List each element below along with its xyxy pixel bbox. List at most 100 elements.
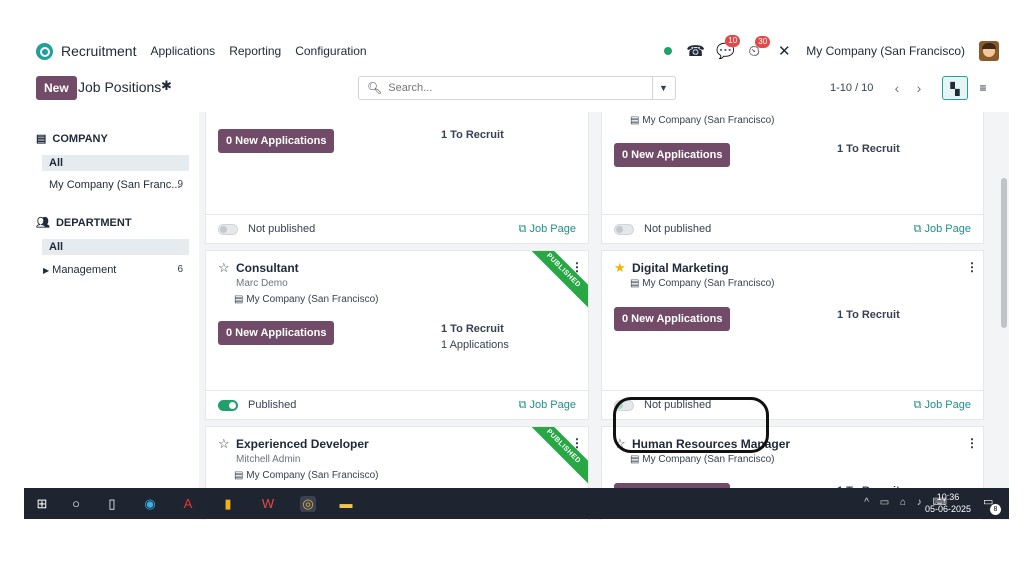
power-bi-icon[interactable]: ▮	[220, 496, 236, 512]
card-footer: Not published ⧉ Job Page	[602, 390, 983, 419]
pager-value[interactable]: 1-10 / 10	[830, 82, 873, 94]
building-icon: ▤	[36, 133, 47, 145]
menu-configuration[interactable]: Configuration	[295, 44, 366, 58]
kanban-scrollbar[interactable]	[999, 142, 1009, 518]
applications-count[interactable]: 1 Applications	[441, 339, 509, 351]
company-filter-my-company[interactable]: My Company (San Franc... 9	[42, 177, 189, 193]
list-view-button[interactable]: ≡	[970, 76, 996, 100]
publish-status-label: Published	[248, 399, 297, 411]
job-page-label: Job Page	[924, 223, 971, 235]
to-recruit-label[interactable]: 1 To Recruit	[441, 323, 504, 335]
new-button[interactable]: New	[36, 76, 77, 100]
windows-start-icon[interactable]: ⊞	[34, 496, 50, 512]
caret-right-icon[interactable]: ▶	[43, 266, 49, 275]
clock-date: 05-06-2025	[924, 504, 971, 514]
department-filter-all[interactable]: All	[42, 239, 189, 255]
company-name: My Company (San Francisco)	[246, 470, 379, 481]
filter-label: All	[49, 157, 64, 169]
edge-browser-icon[interactable]: ◉	[142, 496, 158, 512]
filter-label: My Company (San Franc...	[49, 179, 181, 191]
building-icon: ▤	[234, 470, 247, 481]
favorite-star-icon[interactable]: ☆	[614, 436, 626, 452]
search-panel: ▤ COMPANY All My Company (San Franc... 9…	[24, 112, 199, 520]
job-title: Consultant	[236, 261, 299, 275]
menu-reporting[interactable]: Reporting	[229, 44, 281, 58]
published-ribbon: PUBLISHED	[525, 427, 588, 485]
new-applications-button[interactable]: 0 New Applications	[218, 129, 335, 153]
presence-status-icon	[664, 47, 673, 55]
filter-count: 9	[177, 179, 183, 190]
chat-badge: 10	[725, 35, 741, 47]
user-avatar[interactable]	[979, 41, 999, 61]
control-panel: New Job Positions ✱ 🔍︎ ▼ 1-10 / 10 ‹ › ▚…	[24, 72, 1009, 106]
kebab-menu-icon[interactable]: ⋮	[571, 260, 583, 274]
recruitment-logo-icon[interactable]	[36, 42, 53, 60]
phone-icon[interactable]: ☎	[686, 42, 705, 60]
pager-previous-button[interactable]: ‹	[886, 76, 908, 100]
chrome-icon[interactable]: ◎	[300, 496, 316, 512]
job-card-digital-marketing[interactable]: ★ Digital Marketing ▤ My Company (San Fr…	[601, 250, 984, 420]
company-switcher[interactable]: My Company (San Francisco)	[806, 44, 965, 58]
menu-applications[interactable]: Applications	[150, 44, 215, 58]
clock-time: 10:36	[936, 492, 960, 502]
navbar-systray: ☎ 💬 10 ⏲ 30 ✕ My Company (San Francisco)	[664, 30, 999, 72]
job-page-link[interactable]: ⧉ Job Page	[519, 223, 576, 236]
company-name: My Company (San Francisco)	[246, 294, 379, 305]
debug-tools-icon[interactable]: ✕	[776, 42, 792, 60]
activity-badge: 30	[755, 35, 771, 48]
wps-office-icon[interactable]: W	[260, 496, 276, 512]
publish-toggle[interactable]	[218, 400, 238, 411]
job-page-link[interactable]: ⧉ Job Page	[914, 399, 971, 412]
job-card[interactable]: 0 New Applications 1 To Recruit Not publ…	[205, 112, 589, 244]
kanban-view-button[interactable]: ▚	[942, 76, 968, 100]
publish-toggle[interactable]	[614, 224, 634, 235]
to-recruit-label[interactable]: 1 To Recruit	[837, 143, 900, 155]
acrobat-icon[interactable]: A	[180, 496, 196, 512]
kebab-menu-icon[interactable]: ⋮	[571, 436, 583, 450]
publish-toggle[interactable]	[614, 400, 634, 411]
job-page-link[interactable]: ⧉ Job Page	[914, 223, 971, 236]
department-header-label: DEPARTMENT	[55, 216, 132, 229]
search-icon[interactable]: ○	[68, 496, 84, 512]
department-filter-management[interactable]: ▶ Management 6	[42, 262, 189, 278]
filter-label: Management	[52, 264, 117, 276]
to-recruit-label[interactable]: 1 To Recruit	[837, 309, 900, 321]
kebab-menu-icon[interactable]: ⋮	[966, 436, 978, 450]
favorite-star-icon[interactable]: ★	[614, 260, 626, 276]
external-link-icon: ⧉	[518, 223, 530, 235]
new-applications-button[interactable]: 0 New Applications	[614, 307, 731, 331]
file-explorer-icon[interactable]: ▬	[338, 496, 354, 512]
card-footer: Not published ⧉ Job Page	[602, 214, 983, 243]
pager-next-button[interactable]: ›	[908, 76, 930, 100]
job-page-link[interactable]: ⧉ Job Page	[519, 399, 576, 412]
building-icon: ▤	[234, 294, 247, 305]
kebab-menu-icon[interactable]: ⋮	[966, 260, 978, 274]
app-name[interactable]: Recruitment	[61, 43, 136, 59]
filter-count: 6	[177, 264, 183, 275]
favorite-star-icon[interactable]: ☆	[218, 436, 230, 452]
favorite-star-icon[interactable]: ☆	[218, 260, 230, 276]
scrollbar-thumb[interactable]	[1001, 178, 1007, 328]
search-options-toggle[interactable]: ▼	[652, 76, 674, 100]
company-filter-all[interactable]: All	[42, 155, 189, 171]
job-page-label: Job Page	[529, 223, 576, 235]
chat-icon[interactable]: 💬 10	[716, 35, 741, 60]
job-card-consultant[interactable]: ☆ Consultant Marc Demo ▤ My Company (San…	[205, 250, 589, 420]
activity-clock-icon[interactable]: ⏲ 30	[746, 35, 771, 60]
company-header-label: COMPANY	[52, 132, 108, 145]
publish-status-label: Not published	[644, 399, 712, 411]
company-name: My Company (San Francisco)	[642, 454, 775, 465]
taskbar-clock[interactable]: 10:36 05-06-2025	[925, 491, 971, 515]
job-page-label: Job Page	[924, 399, 971, 411]
building-icon: ▤	[630, 454, 643, 465]
new-applications-button[interactable]: 0 New Applications	[218, 321, 335, 345]
search-input[interactable]	[388, 82, 639, 94]
job-card[interactable]: ▤ My Company (San Francisco) 0 New Appli…	[601, 112, 984, 244]
gear-icon[interactable]: ✱	[161, 78, 172, 94]
new-applications-button[interactable]: 0 New Applications	[614, 143, 731, 167]
job-title: Experienced Developer	[236, 437, 369, 451]
windows-taskbar: ⊞ ○ ▯ ◉ A ▮ W ◎ ▬ ^ ▭ ⌂ ♪ ⌨ 10:36 05-06-…	[24, 488, 1009, 519]
to-recruit-label[interactable]: 1 To Recruit	[441, 129, 504, 141]
task-view-icon[interactable]: ▯	[104, 496, 120, 512]
publish-toggle[interactable]	[218, 224, 238, 235]
